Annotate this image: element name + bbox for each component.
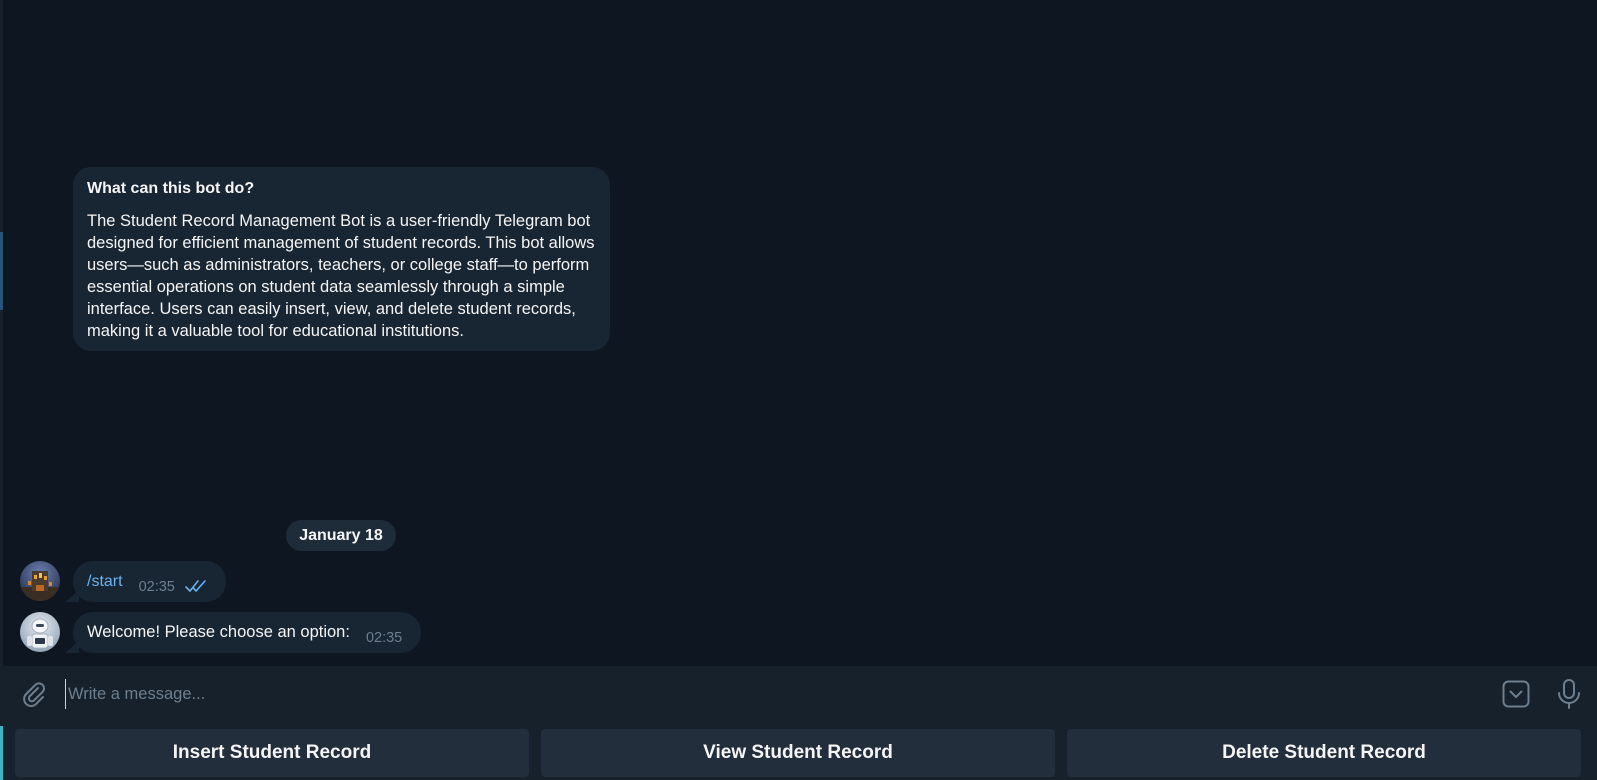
paperclip-icon[interactable] [19, 679, 49, 709]
left-divider [0, 0, 3, 780]
date-separator: January 18 [286, 520, 396, 551]
message-time: 02:35 [365, 629, 403, 646]
scroll-indicator[interactable] [0, 232, 3, 310]
bubble-tail [65, 641, 79, 653]
message-composer [3, 666, 1597, 722]
bot-keyboard-toggle-icon[interactable] [1501, 679, 1531, 709]
view-student-record-button[interactable]: View Student Record [541, 729, 1055, 777]
message-time: 02:35 [138, 578, 175, 595]
chat-window: What can this bot do? The Student Record… [0, 0, 1597, 780]
delete-student-record-button[interactable]: Delete Student Record [1067, 729, 1581, 777]
command-link[interactable]: /start [87, 573, 123, 591]
bot-info-card: What can this bot do? The Student Record… [73, 167, 610, 351]
bot-info-title: What can this bot do? [87, 180, 255, 197]
bubble-tail [65, 590, 79, 602]
microphone-icon[interactable] [1554, 678, 1584, 710]
message-user-start[interactable]: /start 02:35 [65, 561, 226, 602]
user-avatar[interactable] [20, 561, 60, 601]
bot-avatar[interactable] [20, 612, 60, 652]
bot-info-description: The Student Record Management Bot is a u… [87, 212, 595, 340]
insert-student-record-button[interactable]: Insert Student Record [15, 729, 529, 777]
message-bot-welcome[interactable]: Welcome! Please choose an option: 02:35 [65, 612, 421, 653]
message-input[interactable] [65, 679, 1455, 709]
message-text: Welcome! Please choose an option: [87, 623, 350, 641]
reply-keyboard: Insert Student Record View Student Recor… [3, 722, 1597, 780]
double-check-icon [185, 579, 207, 593]
